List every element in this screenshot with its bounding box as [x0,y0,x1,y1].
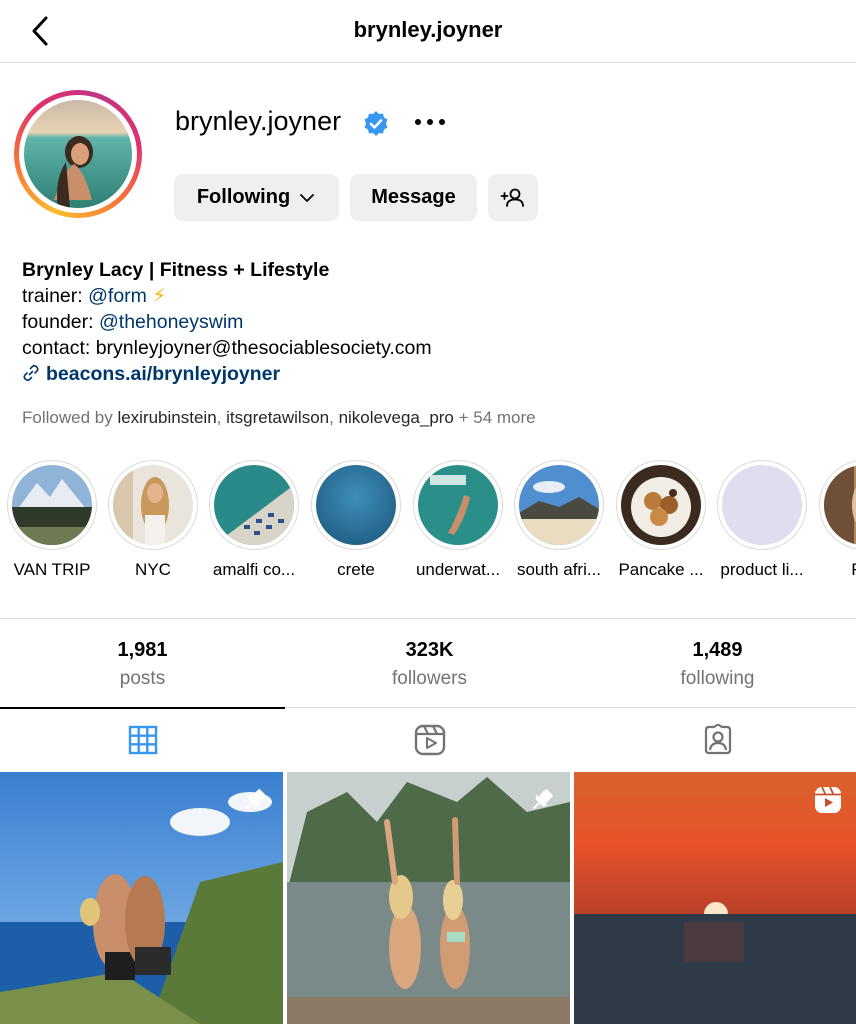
highlight-label: NYC [135,560,171,579]
stat-number: 1,489 [692,639,743,661]
message-button-label: Message [371,186,456,208]
highlight-label: underwat... [415,560,501,579]
followed-by-more: + 54 more [453,408,536,427]
highlight-item[interactable]: Fra [814,460,856,580]
bio-trainer-prefix: trainer: [22,285,89,307]
highlight-item[interactable]: NYC [103,460,203,580]
highlight-thumb [621,465,701,545]
bio-link-line[interactable]: beacons.ai/brynleyjoyner [22,361,432,387]
separator: , [216,408,227,427]
following-button[interactable]: Following [174,174,339,221]
reels-icon [414,724,445,756]
followed-by-user[interactable]: nikolevega_pro [339,408,454,427]
highlight-item[interactable]: south afri... [509,460,609,580]
stat-label: following [680,668,755,689]
stat-label: followers [392,668,467,689]
highlight-item[interactable]: amalfi co... [204,460,304,580]
highlight-label: Pancake ... [618,560,704,579]
mention-thehoneyswim-link[interactable]: @thehoneyswim [99,311,243,333]
highlight-thumb [214,465,294,545]
followed-by[interactable]: Followed by lexirubinstein, itsgretawils… [22,408,536,428]
add-user-button[interactable] [488,174,538,221]
tab-reels[interactable] [287,708,572,772]
highlight-thumb [722,465,802,545]
profile-full-name: Brynley Lacy | Fitness + Lifestyle [22,259,330,281]
reels-badge-icon [815,786,841,813]
separator: , [329,408,339,427]
following-button-label: Following [196,186,291,208]
stat-followers[interactable]: 323K followers [287,639,572,690]
highlight-item[interactable]: Pancake ... [611,460,711,580]
bio-founder-prefix: founder: [22,311,99,333]
posts-grid [0,772,856,1024]
bio-contact-line: contact: brynleyjoyner@thesociablesociet… [22,337,432,359]
highlight-thumb [12,465,92,545]
profile-bio: Brynley Lacy | Fitness + Lifestyle train… [22,257,432,387]
post-thumbnail[interactable] [0,772,283,1024]
profile-username: brynley.joyner [175,106,342,136]
chevron-down-icon [300,193,315,202]
profile-tabs [0,707,856,771]
avatar-photo [24,100,132,208]
highlight-thumb [824,465,856,545]
followed-by-prefix: Followed by [22,408,118,427]
highlight-label: south afri... [516,560,602,579]
highlight-label: Fra [814,560,856,580]
stat-following[interactable]: 1,489 following [575,639,856,690]
post-thumbnail[interactable] [287,772,570,1024]
highlight-thumb [113,465,193,545]
external-link[interactable]: beacons.ai/brynleyjoyner [46,363,280,385]
highlight-label: crete [337,560,375,579]
highlight-item[interactable]: underwat... [408,460,508,580]
lightning-emoji-icon: ⚡ [152,285,167,307]
bio-founder-line: founder: @thehoneyswim [22,309,432,335]
followed-by-user[interactable]: itsgretawilson [226,408,329,427]
page-title: brynley.joyner [353,17,503,42]
pin-icon [532,789,553,810]
story-highlights: VAN TRIP NYC amalfi co... crete underwat… [0,460,856,590]
stat-number: 323K [405,639,454,661]
followed-by-user[interactable]: lexirubinstein [117,408,216,427]
top-bar: brynley.joyner [0,0,856,63]
verified-badge-icon [364,111,388,136]
highlight-label: amalfi co... [212,560,296,579]
message-button[interactable]: Message [350,174,477,221]
tab-posts[interactable] [0,707,285,771]
tagged-icon [704,724,731,755]
stat-posts[interactable]: 1,981 posts [0,639,285,690]
tab-tagged[interactable] [575,708,856,772]
post-thumbnail[interactable] [574,772,856,1024]
bio-trainer-line: trainer: @form ⚡ [22,283,432,309]
highlight-label: VAN TRIP [13,560,91,579]
highlight-item[interactable]: VAN TRIP [2,460,102,580]
highlight-thumb [316,465,396,545]
highlight-thumb [418,465,498,545]
stat-label: posts [119,668,166,689]
pin-icon [245,789,266,810]
highlight-item[interactable]: product li... [712,460,812,580]
link-icon [23,364,39,382]
highlight-item[interactable]: crete [306,460,406,580]
highlight-thumb [519,465,599,545]
profile-avatar[interactable] [14,90,142,218]
stat-number: 1,981 [117,639,168,661]
profile-stats: 1,981 posts 323K followers 1,489 followi… [0,618,856,708]
more-options-icon[interactable] [412,112,448,132]
add-user-icon [500,188,524,207]
highlight-label: product li... [720,560,804,579]
grid-icon [128,725,157,755]
mention-form-link[interactable]: @form [88,285,147,307]
